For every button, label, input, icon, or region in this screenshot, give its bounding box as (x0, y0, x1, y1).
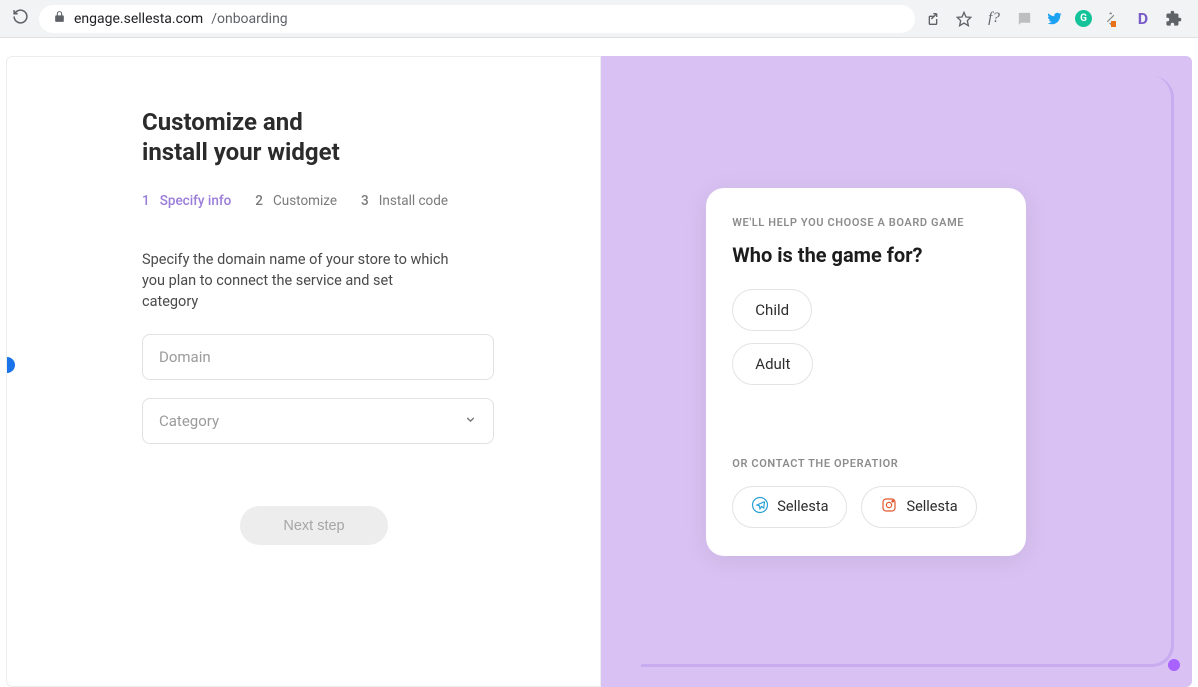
step-install-code[interactable]: 3 Install code (361, 193, 448, 209)
extensions-icon[interactable] (1164, 10, 1182, 28)
domain-input[interactable]: Domain (142, 334, 494, 380)
url-path: /onboarding (211, 11, 287, 27)
option-child[interactable]: Child (732, 289, 812, 331)
contact-buttons: Sellesta Sellesta (732, 486, 1000, 528)
star-icon[interactable] (955, 10, 973, 28)
step-label: Install code (379, 193, 448, 209)
step-description: Specify the domain name of your store to… (142, 249, 452, 312)
contact-label: Sellesta (777, 498, 828, 515)
widget-caption: WE'LL HELP YOU CHOOSE A BOARD GAME (732, 216, 1000, 229)
contact-label: Sellesta (906, 498, 957, 515)
widget-preview-card: WE'LL HELP YOU CHOOSE A BOARD GAME Who i… (706, 188, 1026, 556)
twitter-icon[interactable] (1045, 10, 1063, 28)
blue-indicator-dot (6, 357, 15, 373)
url-host: engage.sellesta.com (74, 11, 203, 27)
url-bar[interactable]: engage.sellesta.com/onboarding (39, 5, 915, 33)
browser-address-bar: engage.sellesta.com/onboarding f? G D (0, 0, 1198, 38)
telegram-icon (751, 496, 769, 518)
category-placeholder: Category (159, 412, 219, 430)
contact-caption: OR CONTACT THE OPERATIOR (732, 457, 1000, 470)
contact-instagram[interactable]: Sellesta (861, 486, 976, 528)
ext-icon-3[interactable] (1104, 10, 1122, 28)
step-number: 2 (255, 193, 263, 209)
reload-icon[interactable] (12, 8, 29, 29)
instagram-icon (880, 496, 898, 518)
stepper: 1 Specify info 2 Customize 3 Install cod… (142, 193, 460, 209)
ext-icon-1[interactable]: f? (985, 10, 1003, 28)
category-select[interactable]: Category (142, 398, 494, 444)
chevron-down-icon (464, 412, 477, 430)
widget-question: Who is the game for? (732, 243, 1000, 267)
option-adult[interactable]: Adult (732, 343, 813, 385)
title-line-1: Customize and (142, 108, 303, 136)
step-number: 1 (142, 193, 150, 209)
content-area: Customize and install your widget 1 Spec… (0, 38, 1198, 687)
ext-icon-d[interactable]: D (1134, 10, 1152, 28)
share-icon[interactable] (925, 10, 943, 28)
ext-icon-2[interactable] (1015, 10, 1033, 28)
page-title: Customize and install your widget (142, 107, 460, 167)
step-label: Customize (273, 193, 337, 209)
purple-indicator-dot (1168, 659, 1180, 671)
next-step-button[interactable]: Next step (240, 506, 388, 545)
title-line-2: install your widget (142, 138, 340, 166)
step-customize[interactable]: 2 Customize (255, 193, 337, 209)
left-panel: Customize and install your widget 1 Spec… (6, 56, 601, 687)
grammarly-icon[interactable]: G (1075, 10, 1092, 27)
right-panel-preview: WE'LL HELP YOU CHOOSE A BOARD GAME Who i… (601, 56, 1192, 687)
contact-telegram[interactable]: Sellesta (732, 486, 847, 528)
domain-placeholder: Domain (159, 348, 211, 366)
browser-extension-icons: f? G D (925, 10, 1186, 28)
widget-options: Child Adult (732, 289, 1000, 397)
step-specify-info[interactable]: 1 Specify info (142, 193, 231, 209)
step-number: 3 (361, 193, 369, 209)
lock-icon (53, 10, 66, 27)
step-label: Specify info (160, 193, 232, 209)
